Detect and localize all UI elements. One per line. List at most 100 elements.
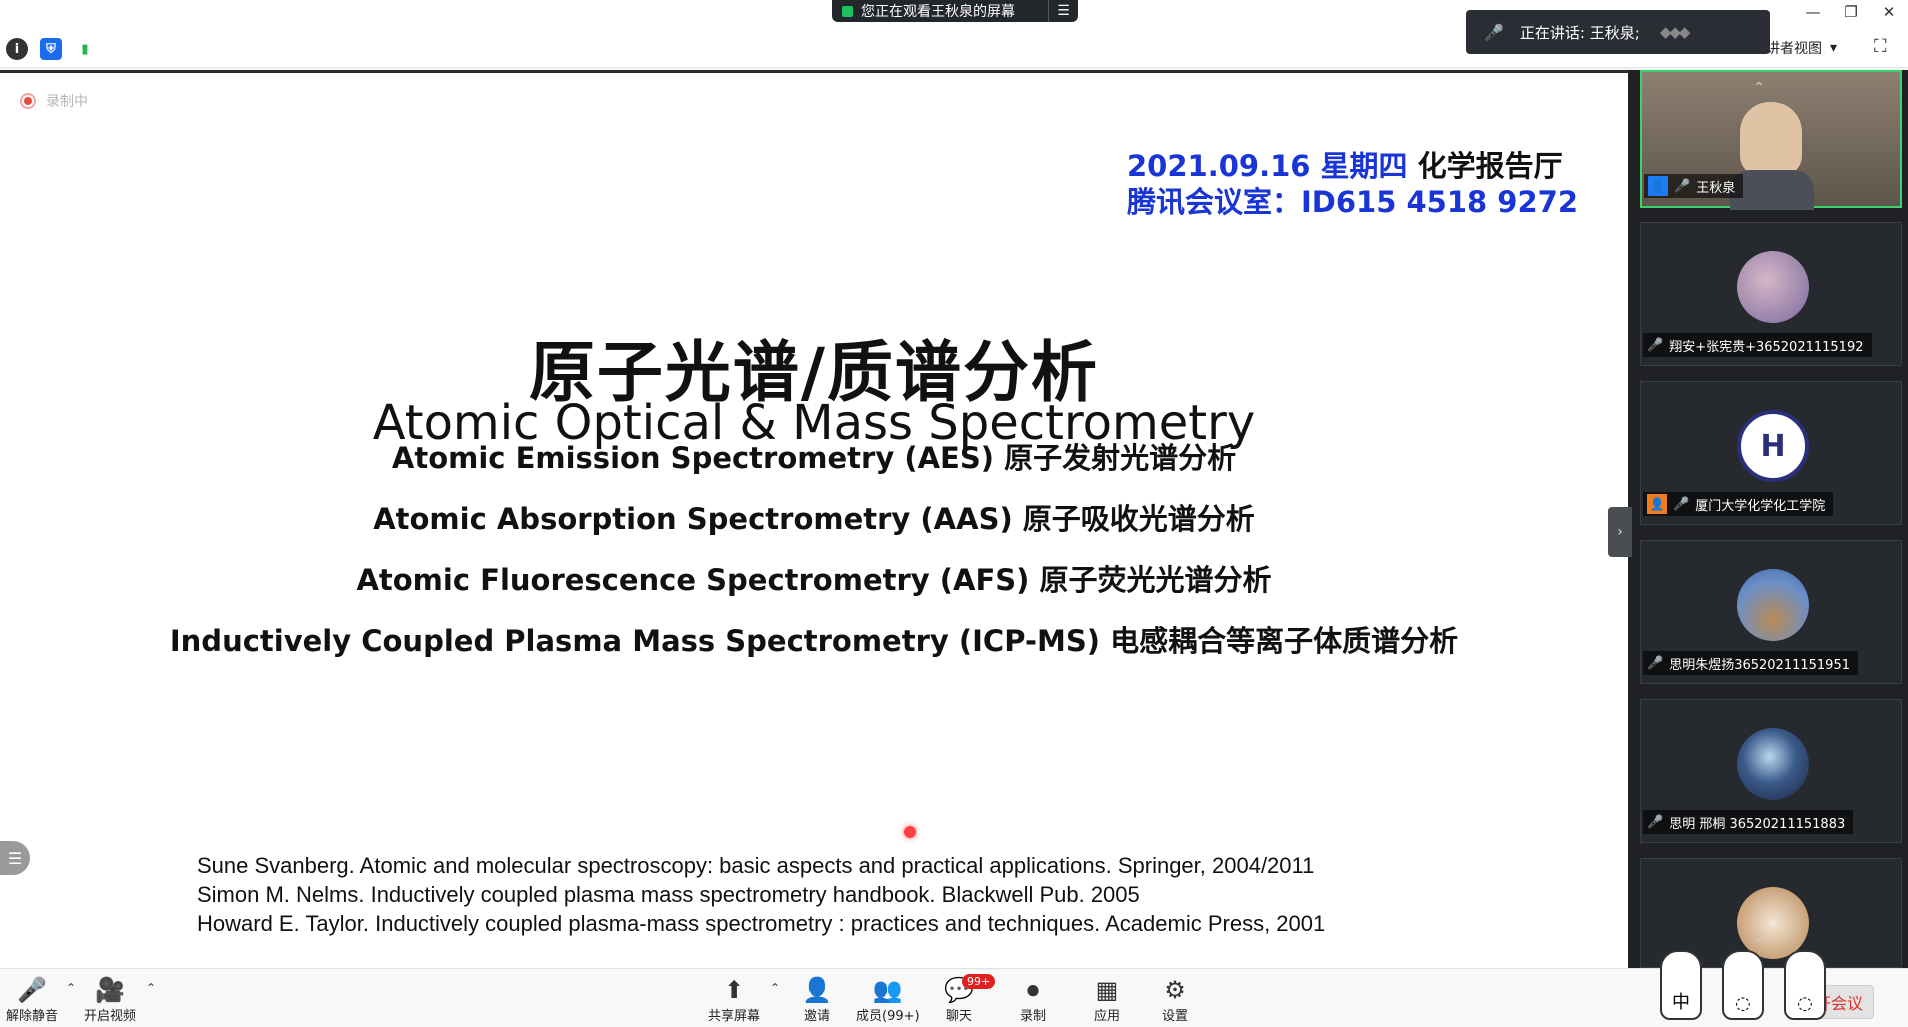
video-options-caret-icon[interactable]: ⌃ [146, 981, 156, 995]
side-menu-handle-icon[interactable]: ☰ [0, 841, 30, 875]
share-screen-button[interactable]: ⬆ 共享屏幕 [708, 975, 760, 1024]
minimize-button[interactable]: — [1794, 0, 1832, 24]
camera-off-icon: 🎥 [95, 976, 125, 1004]
microphone-off-icon: 🎤 [1647, 814, 1664, 830]
co-host-icon: 👤 [1647, 494, 1667, 514]
record-dot-icon [20, 93, 36, 109]
sticker-character: 中 [1660, 950, 1702, 1020]
chat-label: 聊天 [945, 1009, 972, 1024]
recording-label: 录制中 [46, 94, 88, 110]
slide-date-block: 2021.09.16 星期四 化学报告厅 腾讯会议室：ID615 4518 92… [1127, 148, 1578, 220]
chevron-up-icon[interactable]: ⌃ [1744, 80, 1774, 102]
unmute-button[interactable]: 🎤 解除静音 [6, 975, 58, 1024]
fullscreen-icon[interactable]: ⛶ [1874, 36, 1887, 57]
topic-line-aes: Atomic Emission Spectrometry (AES) 原子发射光… [391, 441, 1237, 475]
meeting-toolbar: 🎤 解除静音 ⌃ 🎥 开启视频 ⌃ ⬆ 共享屏幕 ⌃ 👤 邀请 👥 成员(99+… [0, 968, 1908, 1027]
participant-avatar [1737, 569, 1809, 641]
date-line: 2021.09.16 星期四 化学报告厅 [1127, 148, 1578, 184]
window-controls: — ❐ ✕ [1794, 0, 1908, 24]
topic-line-icpms: Inductively Coupled Plasma Mass Spectrom… [169, 624, 1459, 658]
active-speaker-toast: 🎤 正在讲话: 王秋泉; ◆◆◆ [1466, 10, 1770, 54]
close-button[interactable]: ✕ [1870, 0, 1908, 24]
chevron-down-icon: ▾ [1830, 40, 1838, 56]
record-button[interactable]: ⏺ 录制 [1020, 975, 1046, 1024]
invite-label: 邀请 [803, 1009, 830, 1024]
info-icon[interactable]: i [6, 38, 28, 60]
reference-item: Howard E. Taylor. Inductively coupled pl… [197, 911, 1326, 936]
record-label: 录制 [1020, 1009, 1047, 1024]
date-text: 2021.09.16 星期四 [1127, 149, 1408, 183]
meeting-window: 您正在观看王秋泉的屏幕 ☰ — ❐ ✕ i ⛨ ▮ 讲者视图 ▾ ⛶ 🎤 正在讲… [0, 0, 1908, 1027]
members-button[interactable]: 👥 成员(99+) [856, 975, 920, 1024]
participant-avatar [1737, 728, 1809, 800]
participant-name-tag: 🎤 思明朱煜扬36520211151951 [1643, 651, 1858, 675]
members-icon: 👥 [872, 976, 903, 1004]
meeting-id-line: 腾讯会议室：ID615 4518 9272 [1127, 185, 1579, 219]
speaker-toast-text: 正在讲话: 王秋泉; [1519, 23, 1640, 42]
participant-name: 思明朱煜扬36520211151951 [1669, 657, 1850, 673]
participant-name: 翔安+张宪贵+3652021115192 [1669, 339, 1864, 355]
collapse-panel-button[interactable]: › [1608, 507, 1632, 557]
reference-list: Sune Svanberg. Atomic and molecular spec… [197, 851, 1325, 938]
shared-screen-slide: 录制中 2021.09.16 星期四 化学报告厅 腾讯会议室：ID615 451… [0, 70, 1628, 968]
microphone-on-icon: 🎤 [1674, 178, 1691, 194]
topic-line-aas: Atomic Absorption Spectrometry (AAS) 原子吸… [373, 502, 1255, 536]
topic-line-afs: Atomic Fluorescence Spectrometry (AFS) 原… [356, 563, 1272, 597]
participant-name-tag: 🎤 翔安+张宪贵+3652021115192 [1643, 333, 1872, 357]
audio-wave-icon: ◆◆◆ [1659, 23, 1691, 41]
university-logo-avatar: H [1737, 410, 1809, 482]
recording-indicator[interactable]: 录制中 [20, 91, 88, 111]
share-status-banner[interactable]: 您正在观看王秋泉的屏幕 ☰ [832, 0, 1078, 22]
microphone-off-icon: 🎤 [1647, 655, 1664, 671]
share-menu-icon[interactable]: ☰ [1048, 0, 1078, 22]
view-switch-dropdown[interactable]: 讲者视图 ▾ [1766, 38, 1837, 58]
gear-icon: ⚙ [1164, 976, 1186, 1004]
invite-button[interactable]: 👤 邀请 [802, 975, 832, 1024]
participant-tile[interactable]: 🎤 翔安+张宪贵+3652021115192 [1640, 222, 1902, 366]
start-video-label: 开启视频 [84, 1009, 137, 1024]
share-screen-label: 共享屏幕 [708, 1009, 761, 1024]
share-options-caret-icon[interactable]: ⌃ [770, 981, 780, 995]
participant-name: 厦门大学化学化工学院 [1695, 498, 1826, 514]
sticker-character: ◌ [1722, 950, 1764, 1020]
share-banner-text: 您正在观看王秋泉的屏幕 [861, 4, 1015, 20]
network-signal-icon[interactable]: ▮ [74, 38, 96, 60]
participant-tile[interactable]: 🎤 思明 邢桐 36520211151883 [1640, 699, 1902, 843]
start-video-button[interactable]: 🎥 开启视频 [84, 975, 136, 1024]
speaker-face [1740, 102, 1802, 176]
microphone-off-icon: 🎤 [17, 976, 47, 1004]
audio-options-caret-icon[interactable]: ⌃ [66, 981, 76, 995]
participant-name-tag: 🎤 思明 邢桐 36520211151883 [1643, 810, 1854, 834]
add-user-icon: 👤 [802, 976, 832, 1004]
chat-unread-badge: 99+ [962, 974, 996, 989]
participant-name-tag: 👤 🎤 厦门大学化学化工学院 [1643, 492, 1834, 516]
apps-label: 应用 [1094, 1009, 1121, 1024]
venue-text: 化学报告厅 [1417, 149, 1563, 183]
record-icon: ⏺ [1027, 976, 1039, 1004]
screen-share-icon [842, 5, 853, 17]
reference-item: Sune Svanberg. Atomic and molecular spec… [197, 853, 1315, 878]
participant-name-tag: 👤 🎤 王秋泉 [1644, 174, 1744, 198]
participant-avatar [1737, 251, 1809, 323]
settings-button[interactable]: ⚙ 设置 [1162, 975, 1188, 1024]
share-screen-icon: ⬆ [723, 976, 745, 1004]
sticker-character: ◌ [1784, 950, 1826, 1020]
apps-button[interactable]: ▦ 应用 [1094, 975, 1120, 1024]
reference-item: Simon M. Nelms. Inductively coupled plas… [197, 882, 1140, 907]
participant-tile[interactable]: H 👤 🎤 厦门大学化学化工学院 [1640, 381, 1902, 525]
microphone-off-icon: 🎤 [1673, 496, 1690, 512]
microphone-off-icon: 🎤 [1647, 337, 1664, 353]
apps-icon: ▦ [1095, 976, 1119, 1004]
host-icon: 👤 [1648, 176, 1668, 196]
participant-tile[interactable]: 🎤 思明朱煜扬36520211151951 [1640, 540, 1902, 684]
participants-video-panel: 👤 🎤 王秋泉 🎤 翔安+张宪贵+3652021115192 H 👤 🎤 厦门大… [1628, 70, 1908, 968]
chevron-down-icon[interactable]: ⌄ [1744, 930, 1774, 952]
laser-pointer [904, 826, 916, 838]
sticker-overlay: 中 ◌ ◌ [1660, 950, 1826, 1020]
settings-label: 设置 [1162, 1009, 1189, 1024]
restore-button[interactable]: ❐ [1832, 0, 1870, 24]
participant-name: 王秋泉 [1696, 180, 1736, 196]
security-shield-icon[interactable]: ⛨ [40, 38, 62, 60]
members-label: 成员(99+) [856, 1009, 920, 1024]
microphone-off-icon: 🎤 [1484, 22, 1504, 42]
